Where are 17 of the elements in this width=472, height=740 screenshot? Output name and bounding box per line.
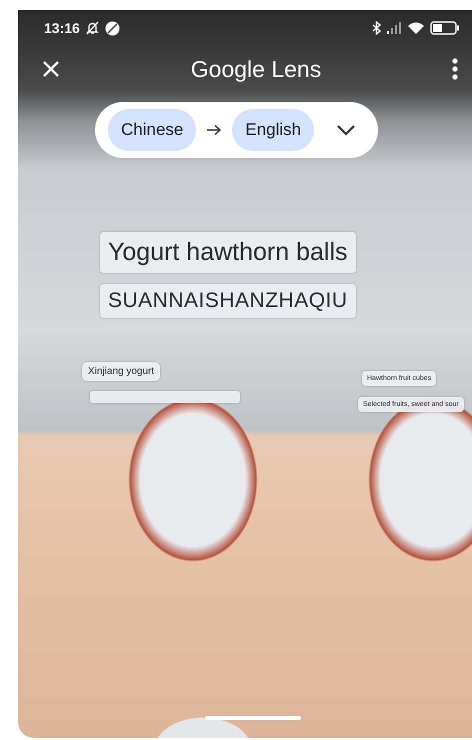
app-title: Google Lens (190, 56, 322, 82)
translated-text: SUANNAISHANZHAQIU (100, 284, 356, 318)
status-time: 13:16 (44, 20, 80, 36)
wifi-icon (408, 22, 424, 34)
translated-text: Yogurt hawthorn balls (100, 232, 356, 273)
bell-off-icon (86, 21, 99, 35)
target-language-button[interactable]: English (232, 109, 314, 151)
arrow-right-icon (206, 124, 222, 136)
chevron-down-icon[interactable] (336, 124, 356, 136)
close-icon[interactable] (42, 60, 60, 78)
signal-icon (387, 22, 402, 34)
blocked-circle-icon (104, 20, 120, 36)
translated-text: Xinjiang yogurt (82, 362, 160, 381)
more-options-icon[interactable] (452, 58, 458, 80)
bluetooth-icon (372, 21, 381, 35)
battery-icon (430, 21, 460, 35)
source-language-button[interactable]: Chinese (108, 109, 196, 151)
